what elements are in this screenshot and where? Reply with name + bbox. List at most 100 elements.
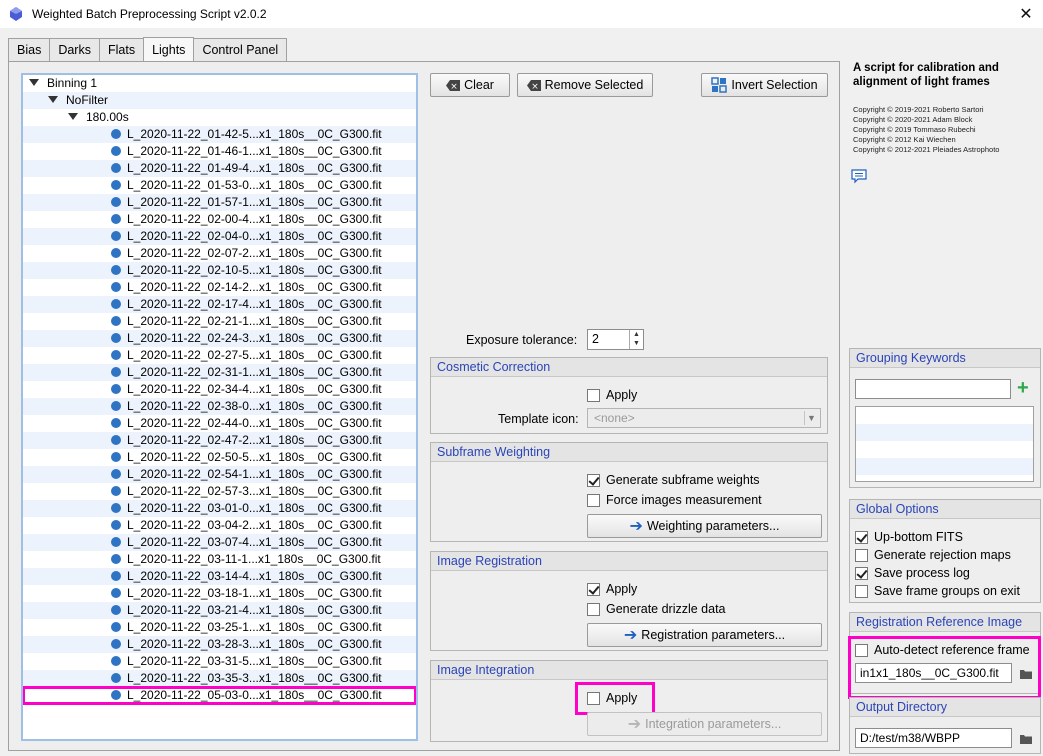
file-name: L_2020-11-22_01-49-4...x1_180s__0C_G300.… bbox=[127, 161, 382, 175]
exposure-tolerance-spinbox[interactable]: 2 ▲ ▼ bbox=[587, 329, 644, 350]
file-item[interactable]: L_2020-11-22_02-04-0...x1_180s__0C_G300.… bbox=[23, 228, 416, 245]
file-item[interactable]: L_2020-11-22_02-24-3...x1_180s__0C_G300.… bbox=[23, 330, 416, 347]
file-status-dot-icon bbox=[111, 400, 121, 411]
reference-frame-input[interactable]: in1x1_180s__0C_G300.fit bbox=[855, 663, 1012, 683]
file-item[interactable]: L_2020-11-22_03-21-4...x1_180s__0C_G300.… bbox=[23, 602, 416, 619]
file-item[interactable]: L_2020-11-22_03-07-4...x1_180s__0C_G300.… bbox=[23, 534, 416, 551]
rejection-maps-checkbox[interactable]: Generate rejection maps bbox=[855, 548, 1011, 562]
file-item[interactable]: L_2020-11-22_02-57-3...x1_180s__0C_G300.… bbox=[23, 483, 416, 500]
checkbox-box[interactable] bbox=[855, 548, 868, 562]
file-tree[interactable]: Binning 1 NoFilter 180.00s L_2020-11-22_… bbox=[21, 73, 418, 741]
weighting-parameters-button[interactable]: ➔ Weighting parameters... bbox=[587, 514, 822, 538]
file-item[interactable]: L_2020-11-22_02-14-2...x1_180s__0C_G300.… bbox=[23, 279, 416, 296]
file-item[interactable]: L_2020-11-22_02-34-4...x1_180s__0C_G300.… bbox=[23, 381, 416, 398]
file-item[interactable]: L_2020-11-22_02-10-5...x1_180s__0C_G300.… bbox=[23, 262, 416, 279]
file-item[interactable]: L_2020-11-22_03-35-3...x1_180s__0C_G300.… bbox=[23, 670, 416, 687]
auto-detect-reference-checkbox[interactable]: Auto-detect reference frame bbox=[855, 643, 1030, 657]
file-item[interactable]: L_2020-11-22_02-38-0...x1_180s__0C_G300.… bbox=[23, 398, 416, 415]
output-directory-input[interactable]: D:/test/m38/WBPP bbox=[855, 728, 1012, 748]
save-frame-groups-checkbox[interactable]: Save frame groups on exit bbox=[855, 584, 1020, 598]
folder-icon[interactable] bbox=[1019, 733, 1033, 745]
file-name: L_2020-11-22_02-27-5...x1_180s__0C_G300.… bbox=[127, 348, 382, 362]
close-button[interactable]: ✕ bbox=[1015, 3, 1037, 25]
file-item[interactable]: L_2020-11-22_02-00-4...x1_180s__0C_G300.… bbox=[23, 211, 416, 228]
remove-selected-button[interactable]: × Remove Selected bbox=[517, 73, 653, 97]
file-item[interactable]: L_2020-11-22_02-54-1...x1_180s__0C_G300.… bbox=[23, 466, 416, 483]
checkbox-box[interactable] bbox=[587, 691, 600, 705]
checkbox-box[interactable] bbox=[855, 584, 868, 598]
collapse-triangle-icon[interactable] bbox=[48, 96, 58, 104]
save-process-log-checkbox[interactable]: Save process log bbox=[855, 566, 970, 580]
keywords-list[interactable] bbox=[855, 406, 1034, 482]
file-status-dot-icon bbox=[111, 383, 121, 394]
file-item[interactable]: L_2020-11-22_02-50-5...x1_180s__0C_G300.… bbox=[23, 449, 416, 466]
file-status-dot-icon bbox=[111, 655, 121, 666]
template-icon-select[interactable]: <none> ▼ bbox=[587, 408, 821, 428]
checkbox-box[interactable] bbox=[587, 602, 600, 616]
checkbox-box[interactable] bbox=[587, 473, 600, 487]
checkbox-box[interactable] bbox=[855, 566, 868, 580]
comment-icon[interactable] bbox=[851, 169, 867, 184]
file-item[interactable]: L_2020-11-22_02-17-4...x1_180s__0C_G300.… bbox=[23, 296, 416, 313]
checkbox-box[interactable] bbox=[587, 388, 600, 402]
grouping-keyword-input[interactable] bbox=[855, 379, 1011, 399]
generate-weights-checkbox[interactable]: Generate subframe weights bbox=[587, 473, 760, 487]
tab-control-panel[interactable]: Control Panel bbox=[193, 38, 288, 61]
file-item[interactable]: L_2020-11-22_01-46-1...x1_180s__0C_G300.… bbox=[23, 143, 416, 160]
file-status-dot-icon bbox=[111, 264, 121, 275]
file-item[interactable]: L_2020-11-22_02-21-1...x1_180s__0C_G300.… bbox=[23, 313, 416, 330]
file-item[interactable]: L_2020-11-22_02-44-0...x1_180s__0C_G300.… bbox=[23, 415, 416, 432]
file-item[interactable]: L_2020-11-22_01-42-5...x1_180s__0C_G300.… bbox=[23, 126, 416, 143]
grouping-keywords-title: Grouping Keywords bbox=[850, 349, 1040, 368]
drizzle-data-checkbox[interactable]: Generate drizzle data bbox=[587, 602, 726, 616]
folder-icon[interactable] bbox=[1019, 668, 1033, 680]
add-keyword-icon[interactable]: + bbox=[1017, 378, 1029, 398]
file-item[interactable]: L_2020-11-22_02-27-5...x1_180s__0C_G300.… bbox=[23, 347, 416, 364]
checkbox-box[interactable] bbox=[587, 493, 600, 507]
file-item[interactable]: L_2020-11-22_03-14-4...x1_180s__0C_G300.… bbox=[23, 568, 416, 585]
file-status-dot-icon bbox=[111, 298, 121, 309]
up-bottom-fits-checkbox[interactable]: Up-bottom FITS bbox=[855, 530, 963, 544]
file-item[interactable]: L_2020-11-22_03-04-2...x1_180s__0C_G300.… bbox=[23, 517, 416, 534]
tab-darks[interactable]: Darks bbox=[49, 38, 100, 61]
file-item[interactable]: L_2020-11-22_05-03-0...x1_180s__0C_G300.… bbox=[23, 686, 416, 705]
checkbox-box[interactable] bbox=[855, 643, 868, 657]
invert-selection-icon bbox=[711, 77, 728, 93]
registration-parameters-button[interactable]: ➔ Registration parameters... bbox=[587, 623, 822, 647]
collapse-triangle-icon[interactable] bbox=[29, 79, 39, 87]
file-item[interactable]: L_2020-11-22_01-53-0...x1_180s__0C_G300.… bbox=[23, 177, 416, 194]
spin-arrows-icon[interactable]: ▲ ▼ bbox=[629, 330, 643, 349]
file-item[interactable]: L_2020-11-22_01-57-1...x1_180s__0C_G300.… bbox=[23, 194, 416, 211]
copyright-line: Copyright © 2020-2021 Adam Block bbox=[853, 115, 973, 124]
integration-parameters-button[interactable]: ➔ Integration parameters... bbox=[587, 712, 822, 736]
file-name: L_2020-11-22_03-25-1...x1_180s__0C_G300.… bbox=[127, 620, 382, 634]
invert-selection-button[interactable]: Invert Selection bbox=[701, 73, 828, 97]
file-status-dot-icon bbox=[111, 451, 121, 462]
tree-node-label: 180.00s bbox=[86, 110, 129, 124]
file-item[interactable]: L_2020-11-22_02-31-1...x1_180s__0C_G300.… bbox=[23, 364, 416, 381]
tab-lights[interactable]: Lights bbox=[143, 37, 195, 61]
file-item[interactable]: L_2020-11-22_02-47-2...x1_180s__0C_G300.… bbox=[23, 432, 416, 449]
file-item[interactable]: L_2020-11-22_01-49-4...x1_180s__0C_G300.… bbox=[23, 160, 416, 177]
file-item[interactable]: L_2020-11-22_03-11-1...x1_180s__0C_G300.… bbox=[23, 551, 416, 568]
integration-apply-checkbox[interactable]: Apply bbox=[587, 691, 637, 705]
tab-bias[interactable]: Bias bbox=[8, 38, 51, 61]
collapse-triangle-icon[interactable] bbox=[68, 113, 78, 121]
file-item[interactable]: L_2020-11-22_03-25-1...x1_180s__0C_G300.… bbox=[23, 619, 416, 636]
registration-apply-checkbox[interactable]: Apply bbox=[587, 582, 637, 596]
file-item[interactable]: L_2020-11-22_03-01-0...x1_180s__0C_G300.… bbox=[23, 500, 416, 517]
checkbox-box[interactable] bbox=[587, 582, 600, 596]
file-item[interactable]: L_2020-11-22_03-18-1...x1_180s__0C_G300.… bbox=[23, 585, 416, 602]
tree-node-exposure[interactable]: 180.00s bbox=[23, 109, 416, 126]
file-name: L_2020-11-22_03-14-4...x1_180s__0C_G300.… bbox=[127, 569, 382, 583]
clear-button[interactable]: × Clear bbox=[430, 73, 510, 97]
file-item[interactable]: L_2020-11-22_03-31-5...x1_180s__0C_G300.… bbox=[23, 653, 416, 670]
tree-node-filter[interactable]: NoFilter bbox=[23, 92, 416, 109]
file-item[interactable]: L_2020-11-22_03-28-3...x1_180s__0C_G300.… bbox=[23, 636, 416, 653]
tab-flats[interactable]: Flats bbox=[98, 38, 145, 61]
tree-node-binning[interactable]: Binning 1 bbox=[23, 75, 416, 92]
checkbox-box[interactable] bbox=[855, 530, 868, 544]
force-measurement-checkbox[interactable]: Force images measurement bbox=[587, 493, 762, 507]
file-item[interactable]: L_2020-11-22_02-07-2...x1_180s__0C_G300.… bbox=[23, 245, 416, 262]
cosmetic-apply-checkbox[interactable]: Apply bbox=[587, 388, 637, 402]
